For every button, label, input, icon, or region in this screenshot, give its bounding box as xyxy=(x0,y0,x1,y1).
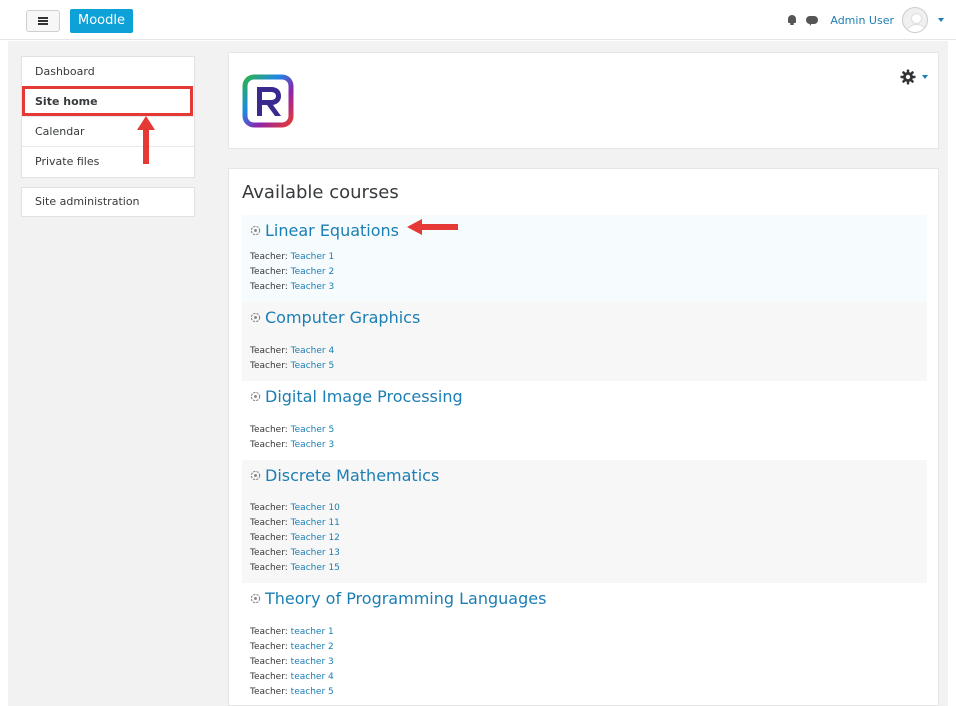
teacher-label: Teacher: xyxy=(250,642,288,652)
teacher-row: Teacher: Teacher 4 xyxy=(250,344,334,359)
teacher-link[interactable]: teacher 2 xyxy=(291,642,334,652)
course-icon xyxy=(250,225,261,236)
sidebar-item-site-administration[interactable]: Site administration xyxy=(22,188,194,216)
annotation-highlight-box xyxy=(22,86,193,116)
course-link[interactable]: Digital Image Processing xyxy=(250,387,463,406)
teacher-row: Teacher: Teacher 2 xyxy=(250,265,334,280)
teacher-row: Teacher: teacher 5 xyxy=(250,685,334,700)
teacher-row: Teacher: teacher 1 xyxy=(250,625,334,640)
teacher-label: Teacher: xyxy=(250,518,288,528)
course-teachers: Teacher: Teacher 1 Teacher: Teacher 2 Te… xyxy=(250,250,334,295)
teacher-label: Teacher: xyxy=(250,425,288,435)
navbar-user-area: Admin User xyxy=(786,7,944,33)
course-teachers: Teacher: Teacher 4 Teacher: Teacher 5 xyxy=(250,344,334,374)
teacher-label: Teacher: xyxy=(250,672,288,682)
course-item: Digital Image Processing Teacher: Teache… xyxy=(242,381,927,460)
settings-menu[interactable] xyxy=(900,69,928,85)
teacher-row: Teacher: Teacher 3 xyxy=(250,280,334,295)
teacher-row: Teacher: Teacher 3 xyxy=(250,438,334,453)
teacher-row: Teacher: Teacher 13 xyxy=(250,546,340,561)
course-icon xyxy=(250,312,261,323)
teacher-row: Teacher: teacher 3 xyxy=(250,655,334,670)
teacher-label: Teacher: xyxy=(250,533,288,543)
teacher-label: Teacher: xyxy=(250,361,288,371)
teacher-link[interactable]: Teacher 5 xyxy=(291,425,335,435)
teacher-link[interactable]: Teacher 1 xyxy=(291,252,335,262)
sidebar-item-private-files[interactable]: Private files xyxy=(22,147,194,177)
teacher-row: Teacher: Teacher 5 xyxy=(250,359,334,374)
teacher-link[interactable]: Teacher 2 xyxy=(291,267,335,277)
chevron-down-icon[interactable] xyxy=(922,75,928,79)
course-link[interactable]: Discrete Mathematics xyxy=(250,466,439,485)
teacher-label: Teacher: xyxy=(250,687,288,697)
teacher-label: Teacher: xyxy=(250,440,288,450)
teacher-label: Teacher: xyxy=(250,252,288,262)
teacher-link[interactable]: Teacher 3 xyxy=(291,440,335,450)
course-icon xyxy=(250,593,261,604)
course-item: Discrete Mathematics Teacher: Teacher 10… xyxy=(242,460,927,583)
teacher-link[interactable]: teacher 5 xyxy=(291,687,334,697)
chevron-down-icon[interactable] xyxy=(938,18,944,22)
hamburger-icon[interactable] xyxy=(26,10,60,32)
gear-icon[interactable] xyxy=(900,69,916,85)
teacher-label: Teacher: xyxy=(250,563,288,573)
brand-link[interactable]: Moodle xyxy=(70,9,133,33)
course-name[interactable]: Digital Image Processing xyxy=(265,387,463,406)
course-item: Theory of Programming Languages Teacher:… xyxy=(242,583,927,705)
teacher-row: Teacher: Teacher 1 xyxy=(250,250,334,265)
teacher-row: Teacher: Teacher 5 xyxy=(250,423,334,438)
site-logo-card xyxy=(228,52,939,149)
teacher-link[interactable]: Teacher 10 xyxy=(291,503,340,513)
teacher-row: Teacher: Teacher 11 xyxy=(250,516,340,531)
teacher-label: Teacher: xyxy=(250,282,288,292)
admin-block: Site administration xyxy=(21,187,195,217)
teacher-link[interactable]: Teacher 13 xyxy=(291,548,340,558)
teacher-label: Teacher: xyxy=(250,548,288,558)
teacher-link[interactable]: Teacher 5 xyxy=(291,361,335,371)
teacher-label: Teacher: xyxy=(250,346,288,356)
course-link[interactable]: Theory of Programming Languages xyxy=(250,589,546,608)
teacher-label: Teacher: xyxy=(250,657,288,667)
course-name[interactable]: Theory of Programming Languages xyxy=(265,589,546,608)
teacher-label: Teacher: xyxy=(250,267,288,277)
course-item: Computer Graphics Teacher: Teacher 4 Tea… xyxy=(242,302,927,381)
course-teachers: Teacher: teacher 1 Teacher: teacher 2 Te… xyxy=(250,625,334,700)
teacher-link[interactable]: Teacher 4 xyxy=(291,346,335,356)
teacher-row: Teacher: Teacher 12 xyxy=(250,531,340,546)
course-link[interactable]: Linear Equations xyxy=(250,221,399,240)
teacher-row: Teacher: teacher 2 xyxy=(250,640,334,655)
teacher-row: Teacher: Teacher 15 xyxy=(250,561,340,576)
teacher-row: Teacher: Teacher 10 xyxy=(250,501,340,516)
course-icon xyxy=(250,470,261,481)
avatar[interactable] xyxy=(902,7,928,33)
sidebar-item-calendar[interactable]: Calendar xyxy=(22,117,194,147)
teacher-row: Teacher: teacher 4 xyxy=(250,670,334,685)
chat-icon[interactable] xyxy=(806,14,819,26)
available-courses-card: Available courses Linear Equations Teach… xyxy=(228,168,939,706)
teacher-link[interactable]: teacher 3 xyxy=(291,657,334,667)
teacher-link[interactable]: Teacher 3 xyxy=(291,282,335,292)
teacher-label: Teacher: xyxy=(250,627,288,637)
course-item: Linear Equations Teacher: Teacher 1 Teac… xyxy=(242,215,927,302)
teacher-link[interactable]: teacher 1 xyxy=(291,627,334,637)
course-name[interactable]: Linear Equations xyxy=(265,221,399,240)
teacher-link[interactable]: Teacher 11 xyxy=(291,518,340,528)
course-link[interactable]: Computer Graphics xyxy=(250,308,420,327)
course-teachers: Teacher: Teacher 10 Teacher: Teacher 11 … xyxy=(250,501,340,576)
course-teachers: Teacher: Teacher 5 Teacher: Teacher 3 xyxy=(250,423,334,453)
user-menu-name[interactable]: Admin User xyxy=(830,14,894,27)
sidebar-item-dashboard[interactable]: Dashboard xyxy=(22,57,194,87)
teacher-label: Teacher: xyxy=(250,503,288,513)
course-name[interactable]: Computer Graphics xyxy=(265,308,420,327)
navigation-block: Dashboard Site home Calendar Private fil… xyxy=(21,56,195,178)
teacher-link[interactable]: teacher 4 xyxy=(291,672,334,682)
top-navbar: Moodle Admin User xyxy=(0,0,956,40)
bell-icon[interactable] xyxy=(786,14,798,26)
page-title: Available courses xyxy=(242,182,399,203)
teacher-link[interactable]: Teacher 12 xyxy=(291,533,340,543)
course-icon xyxy=(250,391,261,402)
course-name[interactable]: Discrete Mathematics xyxy=(265,466,439,485)
site-logo xyxy=(242,74,294,128)
teacher-link[interactable]: Teacher 15 xyxy=(291,563,340,573)
